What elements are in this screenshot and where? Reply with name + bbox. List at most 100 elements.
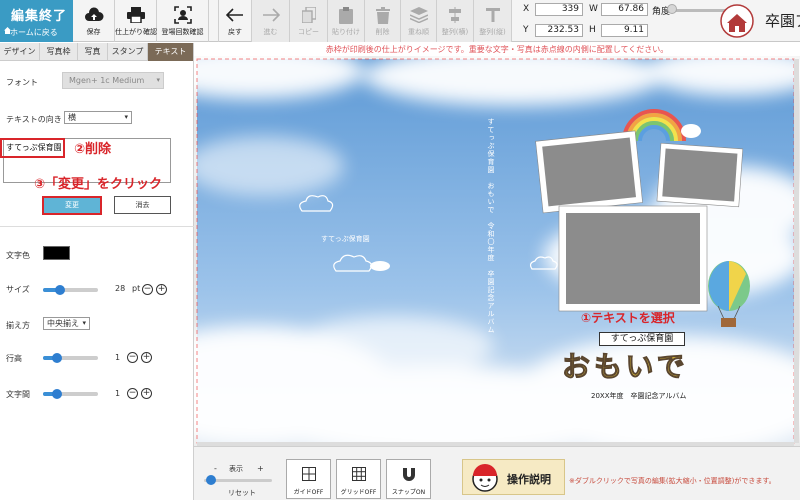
cover-subtitle[interactable]: 20XX年度 卒園記念アルバム xyxy=(591,391,686,401)
help-label: 操作説明 xyxy=(507,473,551,486)
tab-photo-frame[interactable]: 写真枠 xyxy=(40,43,78,61)
appearance-count-button[interactable]: 登場回数確認 xyxy=(157,0,209,42)
size-label: サイズ xyxy=(6,285,30,294)
align-select[interactable]: 中央揃え ▾ xyxy=(43,317,90,330)
undo-button[interactable]: 戻す xyxy=(218,0,252,42)
size-unit: pt xyxy=(132,284,141,293)
redo-button[interactable]: 進む xyxy=(252,0,290,42)
size-increase-button[interactable]: + xyxy=(156,284,167,295)
letter-spacing-increase-button[interactable]: + xyxy=(141,388,152,399)
grid-icon xyxy=(337,467,380,481)
align-horizontal-button[interactable]: 整列(横) xyxy=(437,0,474,42)
text-color-label: 文字色 xyxy=(6,251,30,260)
cover-main-title[interactable]: おもいで xyxy=(562,345,689,385)
tab-stamp[interactable]: スタンプ xyxy=(108,43,148,61)
print-confirm-label: 仕上がり確認 xyxy=(115,28,157,36)
finish-editing-button[interactable]: 編集終了 ホームに戻る xyxy=(0,0,73,42)
help-button[interactable]: 操作説明 xyxy=(462,459,565,495)
line-height-decrease-button[interactable]: − xyxy=(127,352,138,363)
back-to-home-label: ホームに戻る xyxy=(10,28,58,37)
finish-editing-label: 編集終了 xyxy=(11,9,68,24)
snap-toggle-button[interactable]: スナップON xyxy=(386,459,431,499)
delete-label: 削除 xyxy=(375,28,390,36)
school-logo-icon xyxy=(720,4,754,38)
panel-tabs: デザイン 写真枠 写真 スタンプ テキスト xyxy=(0,43,194,61)
text-color-swatch[interactable] xyxy=(43,246,70,260)
size-slider-knob[interactable] xyxy=(55,285,65,295)
annotation-click-change: ③「変更」をクリック xyxy=(34,177,163,192)
size-decrease-button[interactable]: − xyxy=(142,284,153,295)
align-vertical-label: 整列(縦) xyxy=(479,28,506,36)
h-input[interactable]: 9.11 xyxy=(601,24,648,37)
mascot-icon xyxy=(472,464,498,492)
trash-icon xyxy=(365,6,400,24)
arrow-right-icon xyxy=(252,6,289,24)
layer-order-label: 重ね順 xyxy=(408,28,429,36)
size-slider[interactable] xyxy=(43,288,98,292)
size-value: 28 xyxy=(115,284,126,293)
paste-label: 貼り付け xyxy=(332,28,360,36)
arrow-left-icon xyxy=(219,6,251,24)
printer-icon xyxy=(115,6,156,24)
cloud-upload-icon xyxy=(73,6,114,24)
w-input[interactable]: 67.86 xyxy=(601,3,648,16)
editor-canvas[interactable]: すてっぷ保育園 おもいで 令和〇年度 卒園記念アルバム すてっぷ保育園 ①テキス… xyxy=(194,56,800,446)
zoom-in-label[interactable]: + xyxy=(257,464,264,473)
panel-divider xyxy=(0,226,194,227)
tab-photo[interactable]: 写真 xyxy=(78,43,108,61)
align-vertical-button[interactable]: 整列(縦) xyxy=(474,0,512,42)
letter-spacing-slider-knob[interactable] xyxy=(52,389,62,399)
grid-toggle-label: グリッドOFF xyxy=(340,489,377,496)
canvas-small-label[interactable]: すてっぷ保育園 xyxy=(321,234,370,244)
copy-label: コピー xyxy=(298,28,319,36)
h-label: H xyxy=(589,25,596,35)
guide-toggle-button[interactable]: ガイドOFF xyxy=(286,459,331,499)
save-button[interactable]: 保存 xyxy=(73,0,115,42)
y-input[interactable]: 232.53 xyxy=(535,24,583,37)
selected-text-element[interactable]: すてっぷ保育園 xyxy=(599,332,685,346)
vertical-cover-text[interactable]: すてっぷ保育園 おもいで 令和〇年度 卒園記念アルバム xyxy=(486,118,496,334)
letter-spacing-label: 文字間 xyxy=(6,390,30,399)
align-value: 中央揃え xyxy=(47,319,79,328)
line-height-slider-knob[interactable] xyxy=(52,353,62,363)
tab-text[interactable]: テキスト xyxy=(148,43,194,61)
app-logo: 卒園ア xyxy=(710,0,800,42)
print-confirm-button[interactable]: 仕上がり確認 xyxy=(115,0,157,42)
layer-order-button[interactable]: 重ね順 xyxy=(401,0,437,42)
align-label: 揃え方 xyxy=(6,321,30,330)
letter-spacing-value: 1 xyxy=(115,389,121,398)
delete-button[interactable]: 削除 xyxy=(365,0,401,42)
clear-button[interactable]: 消去 xyxy=(114,196,171,214)
text-direction-select[interactable]: 横 ▾ xyxy=(64,111,132,124)
redo-label: 進む xyxy=(263,28,278,36)
line-height-label: 行高 xyxy=(6,354,22,363)
y-label: Y xyxy=(523,25,529,35)
undo-label: 戻す xyxy=(228,28,242,36)
zoom-slider-knob[interactable] xyxy=(206,475,216,485)
text-tool-icon xyxy=(474,6,511,24)
copy-icon xyxy=(290,6,327,24)
tab-design[interactable]: デザイン xyxy=(0,43,40,61)
line-height-value: 1 xyxy=(115,353,121,362)
font-select[interactable]: Mgen+ 1c Medium ▾ xyxy=(62,72,164,89)
angle-slider-knob[interactable] xyxy=(667,4,677,14)
align-horizontal-icon xyxy=(437,6,473,24)
appearance-count-label: 登場回数確認 xyxy=(161,28,204,36)
font-label: フォント xyxy=(6,78,38,87)
zoom-reset-button[interactable]: リセット xyxy=(228,488,256,498)
paste-button[interactable]: 貼り付け xyxy=(328,0,365,42)
line-height-increase-button[interactable]: + xyxy=(141,352,152,363)
letter-spacing-decrease-button[interactable]: − xyxy=(127,388,138,399)
copy-button[interactable]: コピー xyxy=(290,0,328,42)
grid-toggle-button[interactable]: グリッドOFF xyxy=(336,459,381,499)
annotation-delete: ②削除 xyxy=(74,142,112,157)
chevron-down-icon: ▾ xyxy=(82,319,86,327)
chevron-down-icon: ▾ xyxy=(156,76,160,84)
x-input[interactable]: 339 xyxy=(535,3,583,16)
change-button[interactable]: 変更 xyxy=(42,196,102,215)
album-cover-artwork xyxy=(194,56,800,446)
clipboard-icon xyxy=(328,6,364,24)
layers-icon xyxy=(401,6,436,24)
font-select-value: Mgen+ 1c Medium xyxy=(69,76,145,85)
zoom-out-label[interactable]: - xyxy=(214,464,217,473)
